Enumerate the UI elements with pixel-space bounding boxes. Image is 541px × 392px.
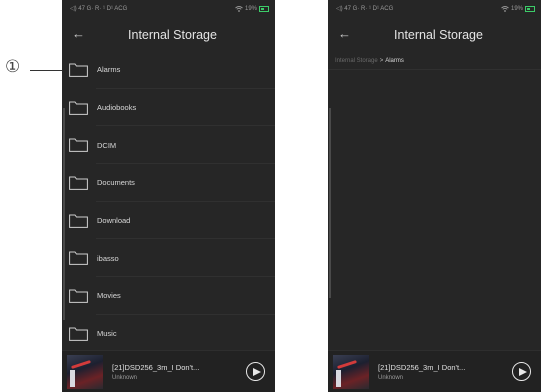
- folder-item-audiobooks[interactable]: Audiobooks: [62, 89, 275, 127]
- play-icon: [252, 367, 261, 376]
- breadcrumb-root[interactable]: Internal Storage: [335, 58, 378, 64]
- status-right: 19%: [235, 5, 269, 12]
- mini-player[interactable]: [21]DSD256_3m_I Don't... Unknown: [328, 350, 541, 392]
- track-artist: Unknown: [112, 374, 138, 381]
- callout-number: ①: [5, 57, 21, 77]
- arrow-left-icon[interactable]: ←: [338, 27, 351, 40]
- battery-icon: [259, 5, 269, 12]
- breadcrumb-separator: >: [379, 58, 384, 64]
- folder-label: Documents: [97, 178, 135, 188]
- page-title: Internal Storage: [394, 28, 483, 42]
- folder-item-movies[interactable]: Movies: [62, 277, 275, 315]
- status-right: 19%: [501, 5, 535, 12]
- arrow-left-icon[interactable]: ←: [72, 27, 85, 40]
- folder-item-dcim[interactable]: DCIM: [62, 126, 275, 164]
- status-indicators: ◁) 47 G· R· ¹ D¹ ACG: [336, 6, 394, 12]
- page-title: Internal Storage: [128, 28, 217, 42]
- folder-icon: [69, 251, 88, 266]
- folder-item-alarms[interactable]: Alarms: [62, 51, 275, 89]
- folder-item-documents[interactable]: Documents: [62, 164, 275, 202]
- folder-item-music[interactable]: Music: [62, 315, 275, 353]
- app-header: ← Internal Storage: [62, 17, 275, 53]
- folder-label: Movies: [97, 291, 121, 301]
- screen-folder-list: ◁) 47 G· R· ¹ D¹ ACG 19% ← Internal Stor…: [62, 0, 275, 392]
- folder-label: ibasso: [97, 253, 119, 263]
- folder-label: Music: [97, 329, 117, 339]
- track-artist: Unknown: [378, 374, 404, 381]
- folder-icon: [69, 138, 88, 153]
- album-art: [333, 354, 369, 389]
- wifi-icon: [501, 5, 509, 12]
- folder-icon: [69, 214, 88, 228]
- scrollbar[interactable]: [63, 108, 65, 320]
- folder-list: Alarms Audiobooks DCIM Documents Downloa…: [62, 51, 275, 353]
- battery-percent: 19%: [510, 5, 523, 12]
- folder-icon: [69, 289, 88, 303]
- battery-percent: 19%: [244, 5, 257, 12]
- status-bar: ◁) 47 G· R· ¹ D¹ ACG 19%: [62, 0, 275, 17]
- mini-player[interactable]: [21]DSD256_3m_I Don't... Unknown: [62, 350, 275, 392]
- folder-label: Alarms: [97, 65, 121, 75]
- folder-label: Download: [97, 216, 131, 226]
- folder-icon: [69, 327, 88, 341]
- folder-icon: [69, 63, 88, 77]
- track-info: [21]DSD256_3m_I Don't... Unknown: [378, 363, 512, 381]
- app-header: ← Internal Storage: [328, 17, 541, 53]
- folder-item-ibasso[interactable]: ibasso: [62, 239, 275, 277]
- play-button[interactable]: [246, 362, 265, 381]
- scrollbar[interactable]: [329, 108, 331, 298]
- play-icon: [518, 367, 527, 376]
- album-art: [67, 354, 103, 389]
- play-button[interactable]: [512, 362, 531, 381]
- breadcrumb-current: Alarms: [385, 58, 404, 64]
- track-info: [21]DSD256_3m_I Don't... Unknown: [112, 363, 246, 381]
- folder-label: DCIM: [97, 140, 117, 150]
- screen-folder-alarms: ◁) 47 G· R· ¹ D¹ ACG 19% ← Internal Stor…: [328, 0, 541, 392]
- folder-icon: [69, 101, 88, 115]
- breadcrumb: Internal Storage > Alarms: [328, 53, 541, 70]
- battery-icon: [525, 5, 535, 12]
- wifi-icon: [235, 5, 243, 12]
- folder-icon: [69, 176, 88, 190]
- track-title: [21]DSD256_3m_I Don't...: [112, 362, 200, 372]
- status-indicators: ◁) 47 G· R· ¹ D¹ ACG: [70, 6, 128, 12]
- folder-item-download[interactable]: Download: [62, 202, 275, 240]
- status-bar: ◁) 47 G· R· ¹ D¹ ACG 19%: [328, 0, 541, 17]
- folder-label: Audiobooks: [97, 103, 137, 113]
- track-title: [21]DSD256_3m_I Don't...: [378, 362, 466, 372]
